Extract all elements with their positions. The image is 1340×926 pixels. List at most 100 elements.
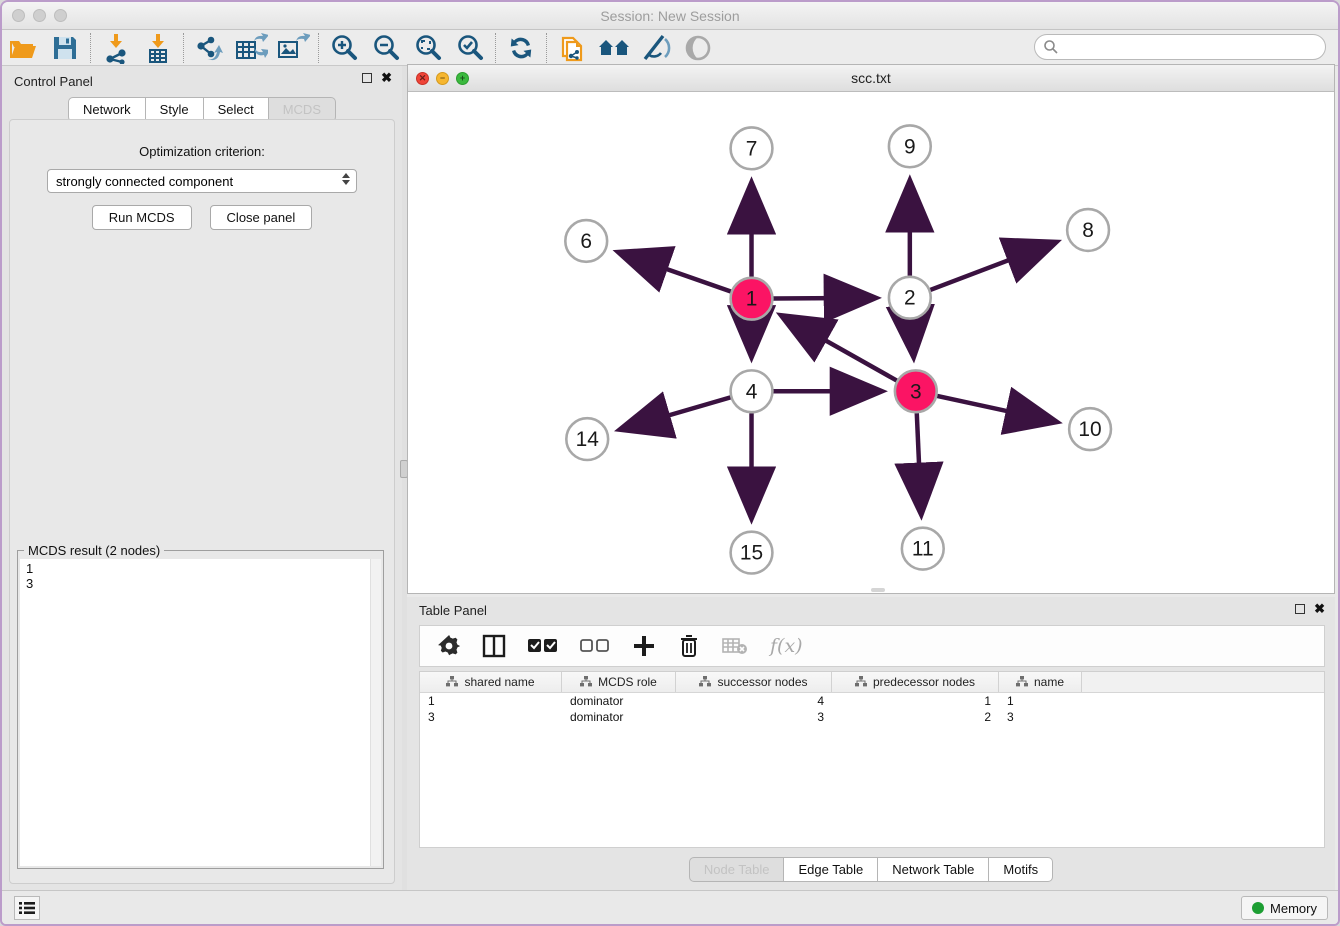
graphics-details-icon[interactable] <box>635 32 677 64</box>
table-cell[interactable]: 2 <box>832 709 999 725</box>
edge-2-3[interactable] <box>911 320 913 355</box>
select-all-icon[interactable] <box>528 638 558 654</box>
table-cell[interactable]: dominator <box>562 693 676 709</box>
refresh-icon[interactable] <box>500 32 542 64</box>
import-network-icon[interactable] <box>95 32 137 64</box>
table-cell[interactable]: 1 <box>999 693 1082 709</box>
dropdown-stepper-icon <box>342 173 350 185</box>
node-label-10: 10 <box>1078 418 1101 441</box>
node-label-15: 15 <box>740 542 763 565</box>
bird-eye-icon[interactable] <box>677 32 719 64</box>
node-table-body: 1dominator4113dominator323 <box>420 693 1324 725</box>
deselect-all-icon[interactable] <box>580 638 610 654</box>
mcds-result-text[interactable]: 1 3 <box>20 559 381 866</box>
table-cell[interactable]: 3 <box>676 709 832 725</box>
table-cell[interactable]: 3 <box>999 709 1082 725</box>
first-neighbors-icon[interactable] <box>593 32 635 64</box>
toolbar-separator <box>90 33 91 63</box>
run-mcds-button[interactable]: Run MCDS <box>92 205 192 230</box>
node-label-8: 8 <box>1082 219 1094 242</box>
close-panel-icon[interactable]: ✖ <box>381 73 392 83</box>
function-builder-icon[interactable]: f(x) <box>770 635 803 657</box>
column-header-name[interactable]: name <box>999 672 1082 692</box>
toolbar-separator <box>318 33 319 63</box>
node-label-9: 9 <box>904 135 916 158</box>
tab-motifs[interactable]: Motifs <box>989 857 1053 882</box>
result-scrollbar[interactable] <box>370 559 381 866</box>
network-graph[interactable]: 7968124314101511 <box>408 92 1334 593</box>
node-table-header: shared name MCDS role successor nodes prede… <box>420 672 1324 693</box>
table-row[interactable]: 3dominator323 <box>420 709 1324 725</box>
toolbar-separator <box>546 33 547 63</box>
table-cell[interactable]: 1 <box>420 693 562 709</box>
tab-edge-table[interactable]: Edge Table <box>784 857 878 882</box>
zoom-selected-icon[interactable] <box>449 32 491 64</box>
edge-4-14[interactable] <box>623 397 731 428</box>
float-table-panel-icon[interactable] <box>1295 604 1305 614</box>
import-table-icon[interactable] <box>137 32 179 64</box>
column-header-predecessor-nodes[interactable]: predecessor nodes <box>832 672 999 692</box>
edge-1-6[interactable] <box>621 253 731 291</box>
zoom-in-icon[interactable] <box>323 32 365 64</box>
node-label-7: 7 <box>746 137 758 160</box>
open-session-icon[interactable] <box>2 32 44 64</box>
column-header-successor-nodes[interactable]: successor nodes <box>676 672 832 692</box>
table-cell[interactable]: 3 <box>420 709 562 725</box>
network-view-window: ✕ − + scc.txt 7968124314101511 <box>407 64 1335 594</box>
control-panel: Control Panel ✖ Network Style Select MCD… <box>2 66 402 890</box>
table-cell[interactable]: 4 <box>676 693 832 709</box>
network-window-titlebar[interactable]: ✕ − + scc.txt <box>408 65 1334 92</box>
float-panel-icon[interactable] <box>362 73 372 83</box>
window-title: Session: New Session <box>2 8 1338 24</box>
export-table-icon[interactable] <box>230 32 272 64</box>
memory-button[interactable]: Memory <box>1241 896 1328 920</box>
tab-network-table[interactable]: Network Table <box>878 857 989 882</box>
search-input[interactable] <box>1034 34 1326 60</box>
export-network-icon[interactable] <box>188 32 230 64</box>
criterion-dropdown[interactable]: strongly connected component <box>47 169 357 193</box>
node-label-14: 14 <box>576 428 599 451</box>
column-header-MCDS-role[interactable]: MCDS role <box>562 672 676 692</box>
tab-node-table[interactable]: Node Table <box>689 857 785 882</box>
application-window: Session: New Session <box>0 0 1340 926</box>
show-panels-button[interactable] <box>14 896 40 920</box>
close-table-panel-icon[interactable]: ✖ <box>1314 604 1325 614</box>
duplicate-network-icon[interactable] <box>551 32 593 64</box>
export-image-icon[interactable] <box>272 32 314 64</box>
split-columns-icon[interactable] <box>482 634 506 658</box>
close-panel-button[interactable]: Close panel <box>210 205 313 230</box>
table-panel-title: Table Panel <box>419 603 487 618</box>
edge-3-11[interactable] <box>917 413 921 512</box>
add-column-icon[interactable] <box>632 634 656 658</box>
mcds-result-group: MCDS result (2 nodes) 1 3 <box>17 550 384 869</box>
table-toolbar: f(x) <box>419 625 1325 667</box>
fit-content-icon[interactable] <box>407 32 449 64</box>
control-panel-title: Control Panel <box>14 74 93 89</box>
column-header-label: MCDS role <box>598 675 657 689</box>
column-header-shared-name[interactable]: shared name <box>420 672 562 692</box>
table-cell[interactable]: 1 <box>832 693 999 709</box>
mcds-tab-content: Optimization criterion: strongly connect… <box>9 119 395 884</box>
edge-1-2[interactable] <box>773 298 873 299</box>
optimization-criterion-label: Optimization criterion: <box>10 144 394 159</box>
zoom-out-icon[interactable] <box>365 32 407 64</box>
gear-icon[interactable] <box>438 635 460 657</box>
edge-2-8[interactable] <box>930 243 1053 290</box>
memory-label: Memory <box>1270 901 1317 916</box>
network-resize-grip[interactable] <box>871 588 885 592</box>
memory-status-icon <box>1252 902 1264 914</box>
list-icon <box>19 901 35 915</box>
edge-3-1[interactable] <box>784 317 897 381</box>
title-bar: Session: New Session <box>2 2 1338 30</box>
table-row[interactable]: 1dominator411 <box>420 693 1324 709</box>
edge-3-10[interactable] <box>937 396 1054 421</box>
table-tabs: Node Table Edge Table Network Table Moti… <box>407 857 1335 882</box>
delete-icon[interactable] <box>678 634 700 658</box>
column-header-label: successor nodes <box>717 675 807 689</box>
delete-table-icon[interactable] <box>722 636 748 656</box>
network-canvas[interactable]: 7968124314101511 <box>408 92 1334 593</box>
save-session-icon[interactable] <box>44 32 86 64</box>
node-label-2: 2 <box>904 287 916 310</box>
table-cell[interactable]: dominator <box>562 709 676 725</box>
network-window-title: scc.txt <box>408 70 1334 86</box>
